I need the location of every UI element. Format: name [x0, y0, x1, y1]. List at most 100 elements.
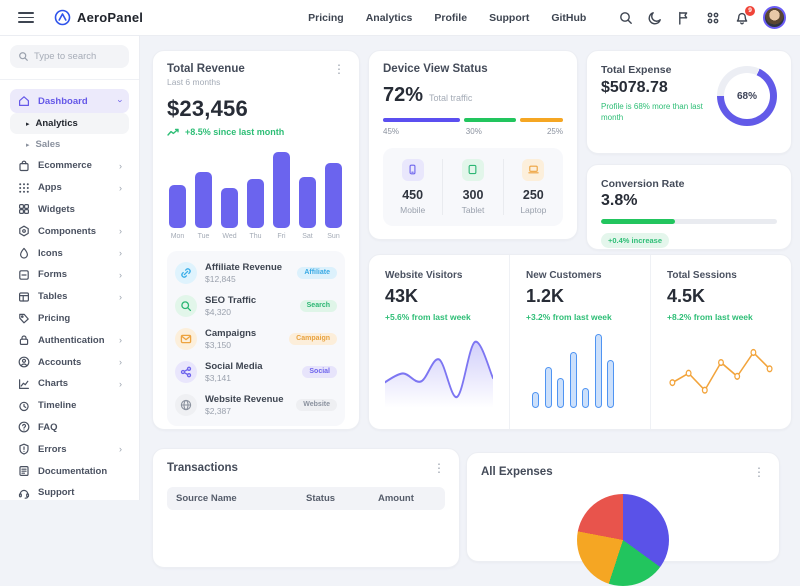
question-icon — [17, 420, 31, 434]
sidebar-item-apps[interactable]: Apps› — [10, 177, 129, 199]
revenue-bar — [247, 179, 264, 228]
tablet-icon — [462, 159, 484, 181]
tag-icon — [17, 311, 31, 325]
search-icon — [18, 51, 29, 62]
sidebar-item-icons[interactable]: Icons› — [10, 242, 129, 264]
sidebar-item-errors[interactable]: Errors› — [10, 438, 129, 460]
device-split-bar — [383, 118, 563, 122]
card-title: Total Revenue — [167, 63, 245, 75]
chevron-right-icon: › — [119, 379, 122, 389]
card-title: Device View Status — [383, 63, 563, 75]
sidebar-item-pricing[interactable]: Pricing — [10, 308, 129, 330]
revenue-source-seo-traffic[interactable]: SEO Traffic$4,320Search — [175, 289, 337, 322]
source-badge: Social — [302, 366, 337, 378]
source-badge: Affiliate — [297, 267, 337, 279]
website-visitors-section: Website Visitors 43K +5.6% from last wee… — [369, 255, 509, 429]
expense-note: Profile is 68% more than last month — [601, 101, 703, 123]
revenue-bar — [273, 152, 290, 228]
revenue-bar — [221, 188, 238, 228]
kebab-menu-icon[interactable]: ⋮ — [433, 462, 445, 474]
revenue-bar-labels: MonTueWedThuFriSatSun — [167, 233, 345, 240]
transactions-table-header: Source Name Status Amount — [167, 487, 445, 510]
trend-up-icon — [167, 128, 180, 137]
bell-icon[interactable]: 9 — [734, 10, 750, 26]
phone-icon — [402, 159, 424, 181]
revenue-source-affiliate-revenue[interactable]: Affiliate Revenue$12,845Affiliate — [175, 256, 337, 289]
sidebar-item-documentation[interactable]: Documentation — [10, 460, 129, 482]
nav-pricing[interactable]: Pricing — [308, 12, 344, 24]
sidebar-search[interactable] — [10, 45, 129, 68]
top-header: AeroPanel Pricing Analytics Profile Supp… — [0, 0, 800, 36]
chevron-right-icon: › — [119, 183, 122, 193]
main-content: Total Revenue Last 6 months ⋮ $23,456 +8… — [140, 36, 800, 500]
sidebar-item-accounts[interactable]: Accounts› — [10, 351, 129, 373]
chevron-down-icon: › — [116, 100, 126, 103]
nav-support[interactable]: Support — [489, 12, 529, 24]
revenue-source-campaigns[interactable]: Campaigns$3,150Campaign — [175, 322, 337, 355]
sidebar-item-forms[interactable]: Forms› — [10, 264, 129, 286]
transactions-card: Transactions ⋮ Source Name Status Amount — [152, 448, 460, 568]
customers-bar — [607, 360, 614, 408]
expenses-pie-chart — [577, 494, 669, 586]
customers-bar — [570, 352, 577, 408]
divider — [0, 79, 139, 80]
chevron-right-icon: › — [119, 226, 122, 236]
hamburger-menu-icon[interactable] — [18, 12, 34, 23]
revenue-trend: +8.5% since last month — [185, 127, 284, 137]
kebab-menu-icon[interactable]: ⋮ — [333, 63, 345, 87]
apps-grid-icon[interactable] — [705, 10, 721, 26]
avatar[interactable] — [763, 6, 786, 29]
revenue-bar — [299, 177, 316, 228]
revenue-bar-chart — [167, 152, 345, 228]
search-input[interactable] — [34, 51, 124, 62]
sidebar: Dashboard›▸Analytics▸SalesEcommerce›Apps… — [0, 36, 140, 500]
nav-analytics[interactable]: Analytics — [366, 12, 413, 24]
chevron-right-icon: › — [119, 292, 122, 302]
sidebar-item-components[interactable]: Components› — [10, 220, 129, 242]
revenue-source-website-revenue[interactable]: Website Revenue$2,387Website — [175, 388, 337, 421]
sidebar-item-dashboard[interactable]: Dashboard› — [10, 89, 129, 113]
clock-icon — [17, 399, 31, 413]
flag-icon[interactable] — [676, 10, 692, 26]
conversion-value: 3.8% — [601, 192, 777, 210]
sidebar-item-support[interactable]: Support — [10, 482, 129, 500]
kebab-menu-icon[interactable]: ⋮ — [753, 466, 765, 478]
sidebar-item-timeline[interactable]: Timeline — [10, 395, 129, 417]
sidebar-item-charts[interactable]: Charts› — [10, 373, 129, 395]
tables-icon — [17, 290, 31, 304]
customers-bar — [595, 334, 602, 408]
visitors-wave-chart — [385, 330, 493, 408]
nav-github[interactable]: GitHub — [551, 12, 586, 24]
sidebar-item-widgets[interactable]: Widgets — [10, 199, 129, 221]
home-icon — [17, 94, 31, 108]
notification-badge: 9 — [745, 6, 755, 16]
sidebar-item-sales[interactable]: ▸Sales — [10, 134, 129, 155]
moon-icon[interactable] — [647, 10, 663, 26]
brand[interactable]: AeroPanel — [54, 9, 143, 26]
bullet-icon: ▸ — [26, 141, 30, 149]
device-col-laptop: 250 Laptop — [503, 159, 563, 215]
sidebar-item-analytics[interactable]: ▸Analytics — [10, 113, 129, 134]
search-icon[interactable] — [618, 10, 634, 26]
sidebar-item-faq[interactable]: FAQ — [10, 417, 129, 439]
headset-icon — [17, 486, 31, 500]
doc-icon — [17, 464, 31, 478]
shield-icon — [17, 442, 31, 456]
total-expense-card: Total Expense $5078.78 Profile is 68% mo… — [586, 50, 792, 154]
chevron-right-icon: › — [119, 248, 122, 258]
donut-label: 68% — [717, 66, 777, 126]
top-nav: Pricing Analytics Profile Support GitHub — [308, 12, 586, 24]
revenue-sources: Affiliate Revenue$12,845AffiliateSEO Tra… — [167, 251, 345, 426]
share-icon — [175, 361, 197, 383]
card-title: Transactions — [167, 462, 238, 474]
customers-bar — [532, 392, 539, 408]
source-badge: Website — [296, 399, 337, 411]
stats-card: Website Visitors 43K +5.6% from last wee… — [368, 254, 792, 430]
total-sessions-section: Total Sessions 4.5K +8.2% from last week — [650, 255, 791, 429]
sidebar-item-authentication[interactable]: Authentication› — [10, 329, 129, 351]
brand-name: AeroPanel — [77, 10, 143, 25]
nav-profile[interactable]: Profile — [434, 12, 467, 24]
sidebar-item-tables[interactable]: Tables› — [10, 286, 129, 308]
revenue-source-social-media[interactable]: Social Media$3,141Social — [175, 355, 337, 388]
sidebar-item-ecommerce[interactable]: Ecommerce› — [10, 155, 129, 177]
